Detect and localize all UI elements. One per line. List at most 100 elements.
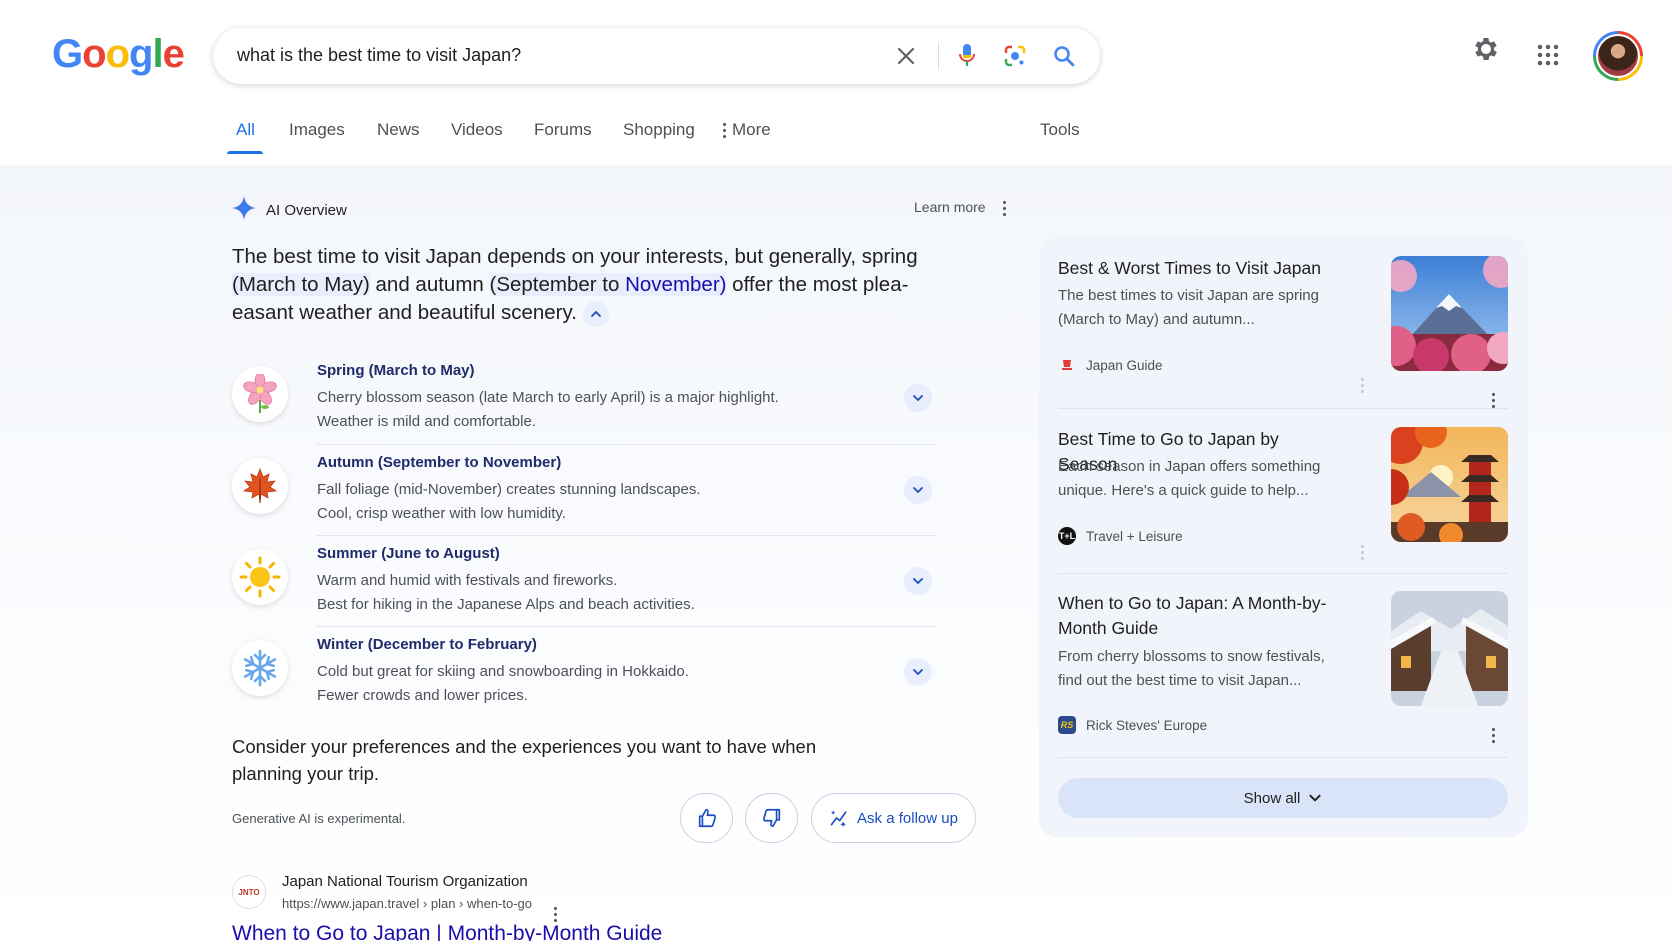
result-title-link[interactable]: When to Go to Japan | Month-by-Month Gui…	[232, 922, 662, 941]
divider	[1058, 757, 1508, 758]
sparkle-chat-icon	[830, 810, 847, 828]
ask-follow-up-button[interactable]: Ask a follow up	[811, 793, 976, 843]
summary-text: The best time to visit Japan depends on …	[232, 245, 918, 268]
summary-highlight[interactable]: (March to May)	[232, 273, 370, 296]
source-title[interactable]: When to Go to Japan: A Month-by-Month Gu…	[1058, 591, 1338, 641]
search-icon[interactable]	[1048, 40, 1080, 72]
season-title: Winter (December to February)	[317, 636, 537, 653]
divider	[316, 444, 936, 445]
more-vert-icon[interactable]	[1492, 383, 1495, 408]
season-item-summer[interactable]: Summer (June to August) Warm and humid w…	[232, 545, 937, 633]
more-vert-icon	[723, 123, 726, 139]
ai-summary: The best time to visit Japan depends on …	[232, 243, 922, 327]
collapse-button[interactable]	[582, 300, 609, 327]
publisher-name: Travel + Leisure	[1086, 528, 1183, 544]
thumbs-down-icon	[762, 808, 780, 828]
summary-highlight[interactable]: (September to	[489, 273, 626, 296]
season-item-autumn[interactable]: Autumn (September to November) Fall foli…	[232, 454, 937, 542]
season-detail: Fall foliage (mid-November) creates stun…	[317, 481, 701, 498]
source-publisher: RS Rick Steves' Europe	[1058, 716, 1207, 734]
snowy-village-image[interactable]	[1391, 591, 1508, 706]
summary-text: easant weather and beautiful scenery.	[232, 301, 577, 324]
expand-button[interactable]	[904, 476, 932, 504]
source-title[interactable]: Best & Worst Times to Visit Japan	[1058, 256, 1338, 281]
thumbs-up-icon	[698, 808, 716, 828]
avatar[interactable]	[1593, 31, 1643, 81]
source-item[interactable]: Best & Worst Times to Visit Japan The be…	[1058, 256, 1508, 408]
show-all-label: Show all	[1243, 789, 1301, 807]
tab-more[interactable]: More	[723, 120, 771, 140]
search-box[interactable]: what is the best time to visit Japan?	[213, 28, 1100, 84]
chevron-down-icon	[1309, 794, 1321, 802]
season-item-winter[interactable]: Winter (December to February) Cold but g…	[232, 636, 937, 724]
pagoda-autumn-image[interactable]	[1391, 427, 1508, 542]
header: Google what is the best time to visit Ja…	[0, 0, 1672, 165]
google-logo[interactable]: Google	[52, 32, 185, 77]
expand-button[interactable]	[904, 384, 932, 412]
more-vert-icon[interactable]	[1361, 368, 1364, 393]
source-snippet: Each season in Japan offers something un…	[1058, 458, 1321, 499]
source-item[interactable]: When to Go to Japan: A Month-by-Month Gu…	[1058, 591, 1508, 743]
divider	[316, 535, 936, 536]
thumbs-down-button[interactable]	[745, 793, 798, 843]
mount-fuji-image[interactable]	[1391, 256, 1508, 371]
rick-steves-icon: RS	[1058, 716, 1076, 734]
expand-button[interactable]	[904, 567, 932, 595]
gear-icon[interactable]	[1471, 34, 1501, 69]
lens-icon[interactable]	[999, 40, 1031, 72]
close-icon[interactable]	[890, 40, 922, 72]
apps-grid-icon[interactable]	[1537, 44, 1559, 71]
season-detail: Cherry blossom season (late March to ear…	[317, 389, 779, 406]
season-title: Spring (March to May)	[317, 362, 475, 379]
search-input[interactable]: what is the best time to visit Japan?	[237, 45, 521, 66]
tab-images[interactable]: Images	[289, 120, 345, 140]
tab-forums[interactable]: Forums	[534, 120, 592, 140]
thumbs-up-button[interactable]	[680, 793, 733, 843]
ai-closing-text: Consider your preferences and the experi…	[232, 736, 817, 784]
japan-guide-icon	[1058, 356, 1076, 374]
learn-more-label: Learn more	[914, 199, 986, 215]
source-publisher: T+L Travel + Leisure	[1058, 527, 1183, 545]
cherry-blossom-icon	[232, 366, 288, 422]
summary-text: and autumn	[369, 273, 490, 296]
tab-videos[interactable]: Videos	[451, 120, 503, 140]
expand-button[interactable]	[904, 658, 932, 686]
more-vert-icon[interactable]	[1361, 535, 1364, 560]
season-title: Autumn (September to November)	[317, 454, 562, 471]
ask-follow-up-label: Ask a follow up	[857, 809, 958, 827]
divider	[316, 626, 936, 627]
active-tab-indicator	[227, 151, 263, 154]
result-site-name[interactable]: Japan National Tourism Organization	[282, 873, 528, 890]
snowflake-icon	[232, 640, 288, 696]
more-vert-icon[interactable]	[554, 897, 557, 922]
microphone-icon[interactable]	[951, 40, 983, 72]
gemini-sparkle-icon	[232, 196, 256, 225]
season-item-spring[interactable]: Spring (March to May) Cherry blossom sea…	[232, 362, 937, 450]
more-vert-icon[interactable]	[1003, 200, 1007, 216]
more-vert-icon[interactable]	[1492, 718, 1495, 743]
ai-overview-header: AI Overview	[232, 196, 347, 225]
learn-more-link[interactable]: Learn more	[914, 199, 1007, 216]
chevron-down-icon	[913, 487, 923, 494]
tools-button[interactable]: Tools	[1040, 120, 1080, 140]
season-detail: Fewer crowds and lower prices.	[317, 687, 528, 704]
tab-shopping[interactable]: Shopping	[623, 120, 695, 140]
divider	[1058, 573, 1508, 574]
source-snippet: From cherry blossoms to snow festivals, …	[1058, 648, 1325, 689]
disclaimer-text: Generative AI is experimental.	[232, 811, 406, 826]
season-detail: Cold but great for skiing and snowboardi…	[317, 663, 689, 680]
result-url[interactable]: https://www.japan.travel › plan › when-t…	[282, 896, 532, 911]
season-detail: Warm and humid with festivals and firewo…	[317, 572, 618, 589]
divider	[1058, 408, 1508, 409]
chevron-down-icon	[913, 578, 923, 585]
tab-all[interactable]: All	[236, 120, 255, 140]
maple-leaf-icon	[232, 458, 288, 514]
site-favicon: JNTO	[232, 875, 266, 909]
season-detail: Weather is mild and comfortable.	[317, 413, 536, 430]
source-publisher: Japan Guide	[1058, 356, 1163, 374]
show-all-button[interactable]: Show all	[1058, 778, 1508, 818]
season-title: Summer (June to August)	[317, 545, 500, 562]
source-item[interactable]: Best Time to Go to Japan by Season Each …	[1058, 427, 1508, 560]
summary-link-highlight[interactable]: November)	[625, 273, 727, 296]
tab-news[interactable]: News	[377, 120, 420, 140]
